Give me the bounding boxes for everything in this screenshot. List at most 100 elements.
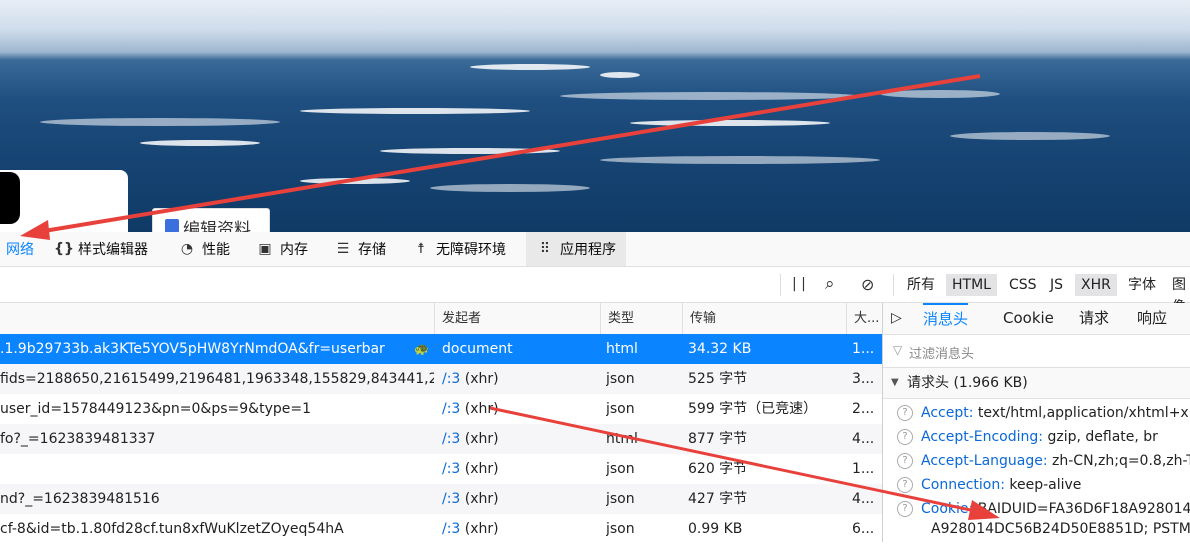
wave-decor bbox=[430, 184, 590, 192]
request-size: 3... bbox=[852, 371, 875, 387]
initiator-link[interactable]: /:3 bbox=[442, 401, 460, 417]
table-row[interactable]: fo?_=1623839481337 /:3 (xhr) html 877 字节… bbox=[0, 424, 882, 454]
tab-style-editor[interactable]: {} 样式编辑器 bbox=[54, 232, 148, 266]
header-row: ? Accept-Language: zh-CN,zh;q=0.8,zh-TW bbox=[883, 449, 1190, 473]
filter-placeholder: 过滤消息头 bbox=[909, 347, 975, 362]
table-row[interactable]: cf-8&id=tb.1.80fd28cf.tun8xfWuKlzetZOyeq… bbox=[0, 514, 882, 544]
tab-headers[interactable]: 消息头 bbox=[923, 303, 969, 334]
request-size: 6... bbox=[852, 521, 875, 537]
help-icon[interactable]: ? bbox=[897, 501, 913, 517]
initiator-link[interactable]: /:3 bbox=[442, 461, 460, 477]
request-details-panel: ▷ 消息头 Cookie 请求 响应 ▽ 过滤消息头 ▼ 请求头 (1.966 … bbox=[883, 303, 1190, 542]
request-table-header: 发起者 类型 传输 大... bbox=[0, 303, 882, 335]
tab-label: 应用程序 bbox=[560, 242, 616, 258]
help-icon[interactable]: ? bbox=[897, 405, 913, 421]
request-type: json bbox=[606, 401, 635, 417]
wave-decor bbox=[630, 120, 830, 126]
tab-label: 内存 bbox=[280, 242, 308, 258]
request-url: user_id=1578449123&pn=0&ps=9&type=1 bbox=[0, 401, 311, 417]
request-size: 2... bbox=[852, 401, 875, 417]
table-row[interactable]: user_id=1578449123&pn=0&ps=9&type=1 /:3 … bbox=[0, 394, 882, 424]
header-row: ? Accept: text/html,application/xhtml+xml bbox=[883, 401, 1190, 425]
tab-application[interactable]: ⠿ 应用程序 bbox=[526, 232, 626, 266]
wave-decor bbox=[950, 132, 1110, 140]
request-list: .1.9b29733b.ak3KTe5YOV5pHW8YrNmdOA&fr=us… bbox=[0, 334, 882, 544]
request-initiator: /:3 (xhr) bbox=[442, 514, 598, 544]
header-name: Accept-Language: bbox=[921, 453, 1048, 469]
col-size[interactable]: 大... bbox=[846, 303, 882, 334]
header-value: text/html,application/xhtml+xml bbox=[977, 405, 1190, 421]
request-url: .1.9b29733b.ak3KTe5YOV5pHW8YrNmdOA&fr=us… bbox=[0, 341, 385, 357]
tab-label: 网络 bbox=[6, 242, 34, 258]
help-icon[interactable]: ? bbox=[897, 453, 913, 469]
filter-css[interactable]: CSS bbox=[1003, 274, 1043, 296]
request-url: cf-8&id=tb.1.80fd28cf.tun8xfWuKlzetZOyeq… bbox=[0, 521, 344, 537]
edit-icon bbox=[165, 219, 179, 233]
toggle-sidebar-icon[interactable]: ▷ bbox=[891, 303, 902, 334]
request-initiator: /:3 (xhr) bbox=[442, 454, 598, 484]
header-name: Cookie: bbox=[921, 501, 974, 517]
help-icon[interactable]: ? bbox=[897, 429, 913, 445]
request-initiator: /:3 (xhr) bbox=[442, 484, 598, 514]
header-name: Accept-Encoding: bbox=[921, 429, 1044, 445]
braces-icon: {} bbox=[54, 241, 74, 257]
wave-decor bbox=[40, 118, 280, 126]
col-type[interactable]: 类型 bbox=[600, 303, 682, 334]
devtools-toolbar: 网络 {} 样式编辑器 ◔ 性能 ▣ 内存 ☰ 存储 ☨ 无障碍环境 ⠿ 应用程… bbox=[0, 232, 1190, 267]
filter-images[interactable]: 图像 bbox=[1166, 274, 1190, 315]
pause-icon[interactable]: | | bbox=[792, 267, 806, 302]
filter-js[interactable]: JS bbox=[1044, 274, 1069, 296]
avatar[interactable] bbox=[0, 172, 20, 224]
help-icon[interactable]: ? bbox=[897, 477, 913, 493]
tab-memory[interactable]: ▣ 内存 bbox=[256, 232, 308, 266]
chip-icon: ▣ bbox=[258, 241, 272, 257]
tab-storage[interactable]: ☰ 存储 bbox=[334, 232, 386, 266]
tab-response[interactable]: 响应 bbox=[1137, 303, 1167, 334]
wave-decor bbox=[600, 156, 880, 164]
table-row[interactable]: /:3 (xhr) json 620 字节 1... bbox=[0, 454, 882, 484]
grid-icon: ⠿ bbox=[539, 241, 551, 257]
request-size: 4... bbox=[852, 431, 875, 447]
edit-profile-button[interactable]: 编辑资料 bbox=[152, 208, 270, 235]
table-row[interactable]: .1.9b29733b.ak3KTe5YOV5pHW8YrNmdOA&fr=us… bbox=[0, 334, 882, 364]
header-row: ? Accept-Encoding: gzip, deflate, br bbox=[883, 425, 1190, 449]
initiator-link[interactable]: /:3 bbox=[442, 431, 460, 447]
initiator-link[interactable]: /:3 bbox=[442, 491, 460, 507]
tab-performance[interactable]: ◔ 性能 bbox=[178, 232, 230, 266]
filter-font[interactable]: 字体 bbox=[1122, 274, 1162, 296]
header-name: Accept: bbox=[921, 405, 974, 421]
tab-request[interactable]: 请求 bbox=[1079, 303, 1109, 334]
request-initiator: /:3 (xhr) bbox=[442, 364, 598, 394]
col-initiator[interactable]: 发起者 bbox=[434, 303, 600, 334]
tab-accessibility[interactable]: ☨ 无障碍环境 bbox=[412, 232, 506, 266]
initiator-text: (xhr) bbox=[464, 401, 499, 417]
request-size: 1... bbox=[852, 461, 875, 477]
wave-decor bbox=[380, 148, 560, 154]
tab-label: 存储 bbox=[358, 242, 386, 258]
search-icon[interactable]: ⌕ bbox=[825, 267, 835, 302]
divider bbox=[780, 274, 781, 296]
table-row[interactable]: fids=2188650,21615499,2196481,1963348,15… bbox=[0, 364, 882, 394]
table-row[interactable]: nd?_=1623839481516 /:3 (xhr) json 427 字节… bbox=[0, 484, 882, 514]
initiator-link[interactable]: /:3 bbox=[442, 371, 460, 387]
tab-cookie[interactable]: Cookie bbox=[1003, 303, 1054, 334]
divider bbox=[893, 274, 894, 296]
section-title: 请求头 (1.966 KB) bbox=[907, 375, 1028, 391]
headers-filter[interactable]: ▽ 过滤消息头 bbox=[883, 335, 1190, 368]
request-transferred: 599 字节（已竞速） bbox=[688, 401, 818, 417]
filter-html[interactable]: HTML bbox=[946, 274, 997, 296]
clear-icon[interactable]: ⊘ bbox=[861, 267, 874, 302]
filter-icon: ▽ bbox=[893, 343, 903, 357]
header-name: Connection: bbox=[921, 477, 1005, 493]
header-value: zh-CN,zh;q=0.8,zh-TW bbox=[1052, 453, 1190, 469]
filter-all[interactable]: 所有 bbox=[901, 274, 941, 296]
initiator-link[interactable]: /:3 bbox=[442, 521, 460, 537]
request-url: fo?_=1623839481337 bbox=[0, 431, 156, 447]
filter-xhr[interactable]: XHR bbox=[1075, 274, 1117, 296]
request-size: 4... bbox=[852, 491, 875, 507]
tab-network[interactable]: 网络 bbox=[6, 232, 34, 266]
request-headers-section[interactable]: ▼ 请求头 (1.966 KB) bbox=[883, 368, 1190, 399]
col-transferred[interactable]: 传输 bbox=[682, 303, 846, 334]
request-initiator: /:3 (xhr) bbox=[442, 394, 598, 424]
request-type: json bbox=[606, 521, 635, 537]
